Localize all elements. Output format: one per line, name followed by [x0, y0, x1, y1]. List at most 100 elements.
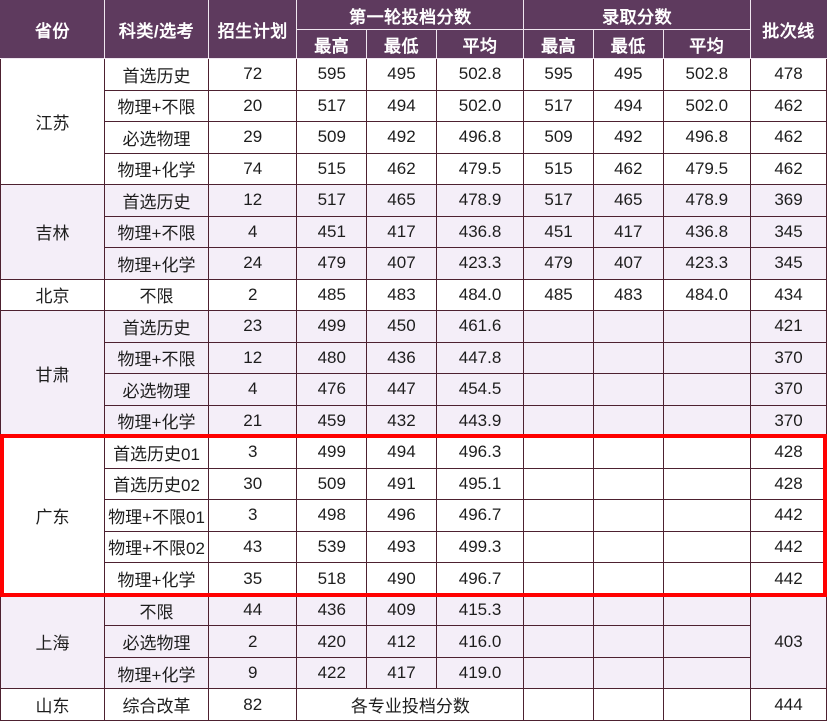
first-round-max-cell: 451	[296, 215, 368, 249]
admission-max-cell	[523, 688, 594, 721]
plan-cell: 20	[208, 89, 298, 123]
first-round-avg-cell: 484.0	[435, 278, 525, 312]
admission-avg-cell: 478.9	[662, 184, 752, 217]
admission-min-cell: 483	[592, 278, 664, 312]
header-first-round-min: 最低	[366, 29, 437, 59]
admission-max-cell: 517	[523, 184, 594, 217]
batch-line-cell: 369	[750, 184, 827, 217]
first-round-min-cell: 483	[366, 278, 437, 312]
table-row: 广东 首选历史01 3 499 494 496.3 428	[0, 436, 827, 595]
header-group-admission: 录取分数	[523, 0, 751, 30]
first-round-avg-cell: 436.8	[435, 215, 525, 249]
batch-line-cell: 444	[750, 688, 827, 721]
admission-max-cell	[523, 310, 594, 343]
first-round-min-cell: 493	[366, 530, 437, 564]
table-row: 物理+化学 21 459 432 443.9 370	[1, 404, 827, 438]
header-province: 省份	[0, 0, 106, 59]
plan-cell: 23	[208, 310, 298, 343]
admission-avg-cell: 479.5	[662, 152, 752, 186]
category-cell: 必选物理	[104, 625, 210, 658]
batch-line-cell: 434	[750, 278, 827, 312]
first-round-min-cell: 465	[366, 184, 437, 217]
batch-line-cell: 462	[750, 121, 827, 154]
first-round-avg-cell: 454.5	[435, 373, 525, 406]
admission-max-cell: 451	[523, 215, 594, 249]
first-round-avg-cell: 423.3	[435, 247, 525, 280]
header-first-round-avg: 平均	[435, 29, 525, 59]
first-round-avg-cell: 443.9	[435, 404, 525, 438]
first-round-min-cell: 436	[366, 341, 437, 375]
batch-line-cell: 345	[750, 247, 827, 280]
admission-min-cell: 462	[592, 152, 664, 186]
first-round-min-cell: 492	[366, 121, 437, 154]
batch-line-cell: 442	[750, 499, 827, 532]
admission-min-cell: 407	[592, 247, 664, 280]
plan-cell: 9	[208, 656, 298, 690]
category-cell: 物理+化学	[104, 562, 210, 595]
first-round-min-cell: 495	[366, 58, 437, 91]
admission-min-cell	[592, 373, 664, 406]
header-admission-min: 最低	[592, 29, 664, 59]
header-admission-max: 最高	[523, 29, 594, 59]
province-cell: 北京	[0, 278, 106, 312]
header-category: 科类/选考	[104, 0, 210, 59]
province-cell: 江苏	[0, 57, 106, 186]
first-round-avg-cell: 502.8	[435, 58, 525, 91]
first-round-max-cell: 509	[296, 121, 368, 154]
first-round-avg-cell: 495.1	[435, 467, 525, 501]
admission-min-cell: 495	[592, 58, 664, 91]
admission-max-cell	[523, 373, 594, 406]
admission-max-cell: 479	[523, 247, 594, 280]
table-row: 物理+不限02 43 539 493 499.3 442	[1, 530, 827, 564]
table-row: 物理+化学 74 515 462 479.5 515 462 479.5 462	[1, 152, 827, 186]
first-round-max-cell: 518	[296, 562, 368, 595]
category-cell: 首选历史	[104, 310, 210, 343]
plan-cell: 3	[208, 499, 298, 532]
first-round-min-cell: 491	[366, 467, 437, 501]
category-cell: 首选历史	[104, 58, 210, 91]
batch-line-cell: 428	[750, 467, 827, 501]
category-cell: 物理+不限02	[104, 530, 210, 564]
admission-avg-cell	[662, 341, 752, 375]
category-cell: 物理+不限	[104, 215, 210, 249]
first-round-max-cell: 509	[296, 467, 368, 501]
first-round-max-cell: 485	[296, 278, 368, 312]
admission-avg-cell	[662, 656, 752, 690]
admission-max-cell	[523, 656, 594, 690]
header-first-round-max: 最高	[296, 29, 368, 59]
admission-avg-cell: 484.0	[662, 278, 752, 312]
admission-avg-cell	[662, 310, 752, 343]
admission-min-cell: 492	[592, 121, 664, 154]
first-round-min-cell: 412	[366, 625, 437, 658]
first-round-min-cell: 417	[366, 656, 437, 690]
first-round-avg-cell: 479.5	[435, 152, 525, 186]
first-round-min-cell: 462	[366, 152, 437, 186]
first-round-max-cell: 517	[296, 89, 368, 123]
first-round-avg-cell: 447.8	[435, 341, 525, 375]
table-row: 江苏 首选历史 72 595 495 502.8 595 495 502.8 478	[0, 57, 827, 186]
first-round-avg-cell: 496.7	[435, 562, 525, 595]
admission-min-cell	[592, 341, 664, 375]
batch-line-cell: 370	[750, 373, 827, 406]
category-cell: 物理+化学	[104, 656, 210, 690]
admission-max-cell	[523, 562, 594, 595]
plan-cell: 4	[208, 373, 298, 406]
first-round-min-cell: 450	[366, 310, 437, 343]
batch-line-cell: 421	[750, 310, 827, 343]
admission-min-cell	[592, 310, 664, 343]
admission-avg-cell: 502.8	[662, 58, 752, 91]
category-cell: 首选历史02	[104, 467, 210, 501]
table-container: 省份 科类/选考 招生计划 第一轮投档分数 录取分数 批次线 最高 最低 平均 …	[0, 0, 827, 721]
category-cell: 物理+不限	[104, 341, 210, 375]
batch-line-cell: 462	[750, 89, 827, 123]
first-round-min-cell: 447	[366, 373, 437, 406]
first-round-max-cell: 595	[296, 58, 368, 91]
admission-min-cell	[592, 404, 664, 438]
admission-min-cell	[592, 688, 664, 721]
first-round-avg-cell: 461.6	[435, 310, 525, 343]
admission-avg-cell	[662, 436, 752, 469]
admission-avg-cell	[662, 593, 752, 627]
first-round-max-cell: 539	[296, 530, 368, 564]
admission-max-cell	[523, 341, 594, 375]
first-round-min-cell: 409	[366, 593, 437, 627]
